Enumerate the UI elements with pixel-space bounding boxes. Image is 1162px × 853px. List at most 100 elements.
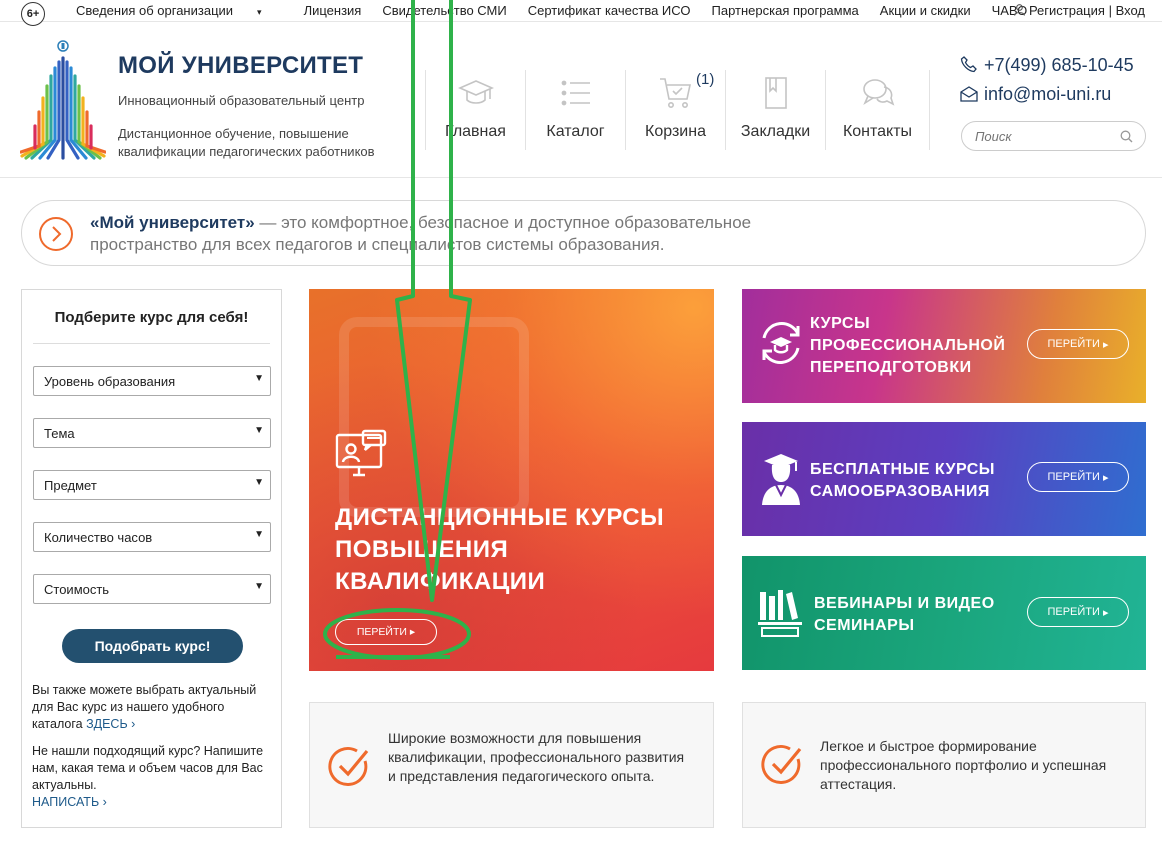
nav-item-contacts[interactable]: Контакты [825,70,930,150]
write-us-link[interactable]: НАПИСАТЬ › [32,795,107,809]
retraining-title: КУРСЫ ПРОФЕССИОНАЛЬНОЙ ПЕРЕПОДГОТОВКИ [810,315,1006,376]
catalog-note-text: Вы также можете выбрать актуальный для В… [32,683,257,731]
nav-item-catalog[interactable]: Каталог [525,70,625,150]
search-input[interactable] [975,122,1125,150]
email-contact[interactable]: info@moi-uni.ru [960,84,1111,105]
phone-contact[interactable]: +7(499) 685-10-45 [960,55,1134,76]
pick-course-button[interactable]: Подобрать курс! [62,629,243,663]
topic-select[interactable]: Тема ▼ [33,418,271,448]
education-level-value: Уровень образования [44,374,176,389]
dropdown-arrow-icon: ▼ [254,373,264,384]
login-link[interactable]: Вход [1116,3,1145,18]
info-banner: «Мой университет» — это комфортное, безо… [21,200,1146,266]
free-courses-tile[interactable]: БЕСПЛАТНЫЕ КУРСЫ САМООБРАЗОВАНИЯ ПЕРЕЙТИ… [742,422,1146,536]
distance-courses-title: ДИСТАНЦИОННЫЕ КУРСЫ ПОВЫШЕНИЯ КВАЛИФИКАЦ… [335,504,665,595]
banner-arrow-button[interactable] [39,217,73,251]
price-value: Стоимость [44,582,110,597]
online-lesson-icon [335,429,387,477]
dropdown-arrow-icon: ▼ [254,477,264,488]
chevron-right-icon: ▸ [1102,471,1109,484]
top-link-license[interactable]: Лицензия [304,3,362,18]
top-link-partner-program[interactable]: Партнерская программа [712,3,859,18]
webinars-title: ВЕБИНАРЫ И ВИДЕО СЕМИНАРЫ [814,595,995,634]
nav-label-cart: Корзина [645,123,706,140]
nav-label-bookmarks: Закладки [740,123,811,140]
cart-icon [659,78,691,108]
catalog-here-link[interactable]: ЗДЕСЬ › [86,717,135,731]
price-select[interactable]: Стоимость ▼ [33,574,271,604]
auth-divider: | [1108,3,1112,18]
top-bar: 6+ Сведения об организации ▾ Лицензия Сви… [0,0,1162,26]
course-filter-panel: Подберите курс для себя! Уровень образов… [21,289,282,828]
retraining-tile[interactable]: КУРСЫ ПРОФЕССИОНАЛЬНОЙ ПЕРЕПОДГОТОВКИ ПЕ… [742,289,1146,403]
email-address: info@moi-uni.ru [984,84,1112,104]
write-note-text: Не нашли подходящий курс? Напишите нам, … [32,744,264,792]
filter-divider [33,343,270,344]
nav-label-catalog: Каталог [546,123,605,140]
banner-text: «Мой университет» — это комфортное, безо… [90,212,850,256]
top-link-organization-label: Сведения об организации [76,3,234,18]
chat-icon [862,79,894,106]
chevron-right-icon: › [131,717,136,731]
chevron-right-icon [52,226,62,242]
free-courses-go-label: ПЕРЕЙТИ [1047,471,1100,483]
webinars-go-button[interactable]: ПЕРЕЙТИ ▸ [1027,597,1129,627]
nav-item-home[interactable]: Главная [425,70,525,150]
webinars-go-label: ПЕРЕЙТИ [1047,606,1100,618]
top-link-promotions[interactable]: Акции и скидки [880,3,971,18]
webinars-tile[interactable]: ВЕБИНАРЫ И ВИДЕО СЕМИНАРЫ ПЕРЕЙТИ ▸ [742,556,1146,670]
catalog-here-label: ЗДЕСЬ [86,717,128,731]
top-links: Сведения об организации ▾ Лицензия Свидет… [76,3,1048,18]
main-nav: Главная Каталог (1) Корзина Закладки Кон… [425,70,930,150]
subject-value: Предмет [44,478,97,493]
distance-courses-tile[interactable]: ДИСТАНЦИОННЫЕ КУРСЫ ПОВЫШЕНИЯ КВАЛИФИКАЦ… [309,289,714,671]
retraining-go-label: ПЕРЕЙТИ [1047,338,1100,350]
filter-title: Подберите курс для себя! [54,309,249,326]
register-link[interactable]: Регистрация [1029,3,1105,18]
hours-value: Количество часов [44,530,153,545]
banner-brand: «Мой университет» [90,213,255,232]
retraining-icon [762,322,800,364]
nav-label-home: Главная [445,123,506,140]
topic-value: Тема [44,426,75,441]
dropdown-arrow-icon: ▼ [254,529,264,540]
checkmark-icon [761,745,802,784]
age-rating-badge: 6+ [21,2,45,26]
distance-courses-go-button[interactable]: ПЕРЕЙТИ ▸ [335,619,437,645]
tile-decoration [339,317,529,517]
site-logo[interactable] [20,40,106,162]
graduation-cap-icon [457,80,494,104]
user-icon [1013,4,1025,16]
write-note: Не нашли подходящий курс? Напишите нам, … [32,743,272,811]
search-icon[interactable] [1120,130,1133,143]
chevron-right-icon: › [102,795,107,809]
chevron-down-icon: ▾ [257,7,262,17]
auth-links: Регистрация | Вход [1013,3,1145,18]
brand-description: Дистанционное обучение, повышение квалиф… [118,126,375,159]
cart-count-badge: (1) [696,71,715,88]
top-link-organization[interactable]: Сведения об организации ▾ [76,3,283,18]
phone-icon [960,56,977,73]
feature-text-portfolio: Легкое и быстрое формирование профессион… [820,738,1107,792]
retraining-go-button[interactable]: ПЕРЕЙТИ ▸ [1027,329,1129,359]
checkmark-icon [328,747,369,786]
nav-label-contacts: Контакты [842,123,913,140]
write-us-label: НАПИСАТЬ [32,795,100,809]
top-link-media-certificate[interactable]: Свидетельство СМИ [382,3,506,18]
phone-number: +7(499) 685-10-45 [984,55,1134,75]
dropdown-arrow-icon: ▼ [254,425,264,436]
hours-select[interactable]: Количество часов ▼ [33,522,271,552]
education-level-select[interactable]: Уровень образования ▼ [33,366,271,396]
chevron-right-icon: ▸ [1102,606,1109,619]
nav-item-cart[interactable]: (1) Корзина [625,70,725,150]
subject-select[interactable]: Предмет ▼ [33,470,271,500]
catalog-note: Вы также можете выбрать актуальный для В… [32,682,272,733]
mail-icon [960,86,978,102]
nav-item-bookmarks[interactable]: Закладки [725,70,825,150]
top-link-iso-certificate[interactable]: Сертификат качества ИСО [528,3,691,18]
bookmark-icon [764,77,787,109]
brand-title[interactable]: МОЙ УНИВЕРСИТЕТ [118,52,363,80]
list-icon [561,80,590,106]
free-courses-go-button[interactable]: ПЕРЕЙТИ ▸ [1027,462,1129,492]
feature-text-opportunities: Широкие возможности для повышения квалиф… [388,730,685,784]
